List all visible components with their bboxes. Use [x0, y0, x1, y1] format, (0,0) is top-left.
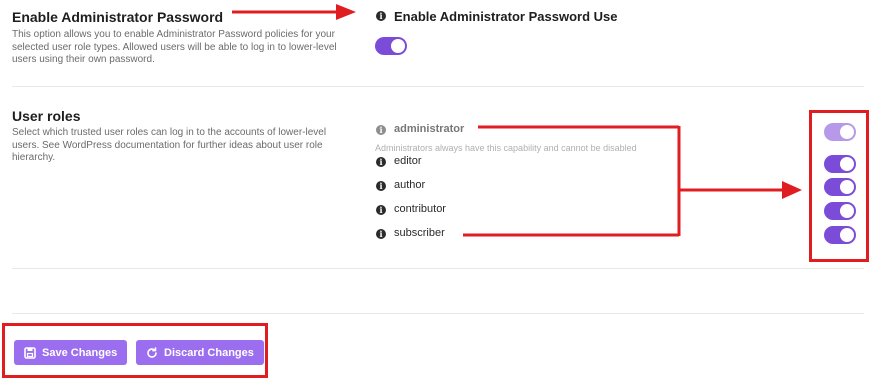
- role-label-administrator: administrator: [394, 123, 465, 135]
- role-label-editor: editor: [394, 155, 422, 167]
- administrator-hint: Administrators always have this capabili…: [375, 143, 637, 153]
- save-changes-label: Save Changes: [42, 346, 118, 359]
- save-icon: [24, 346, 36, 359]
- discard-changes-label: Discard Changes: [164, 346, 254, 359]
- info-icon: i: [376, 229, 386, 239]
- section-divider: [12, 268, 864, 269]
- refresh-icon: [147, 346, 157, 358]
- toggle-knob: [840, 228, 854, 242]
- role-toggle-editor[interactable]: [824, 155, 856, 173]
- info-icon: i: [376, 157, 386, 167]
- save-changes-button[interactable]: Save Changes: [14, 340, 128, 365]
- role-label-author: author: [394, 179, 426, 191]
- annotation-arrowhead-right: [782, 181, 802, 199]
- info-icon: i: [376, 205, 386, 215]
- info-icon: i: [376, 181, 386, 191]
- footer-divider: [12, 313, 864, 314]
- toggle-knob: [840, 157, 854, 171]
- role-label-subscriber: subscriber: [394, 227, 445, 239]
- admin-password-option-label: Enable Administrator Password Use: [394, 9, 618, 24]
- role-toggle-author[interactable]: [824, 178, 856, 196]
- annotation-arrowhead-top: [336, 4, 356, 20]
- user-roles-description: Select which trusted user roles can log …: [12, 127, 327, 163]
- info-icon: i: [376, 125, 386, 135]
- role-toggle-subscriber[interactable]: [824, 226, 856, 244]
- toggle-knob: [391, 39, 405, 53]
- admin-password-description: This option allows you to enable Adminis…: [12, 29, 337, 65]
- user-roles-title: User roles: [12, 108, 81, 124]
- role-toggle-administrator: [824, 123, 856, 141]
- toggle-knob: [840, 204, 854, 218]
- admin-password-toggle[interactable]: [375, 37, 407, 55]
- role-label-contributor: contributor: [394, 203, 446, 215]
- info-icon: i: [376, 11, 386, 21]
- role-toggle-contributor[interactable]: [824, 202, 856, 220]
- toggle-knob: [840, 125, 854, 139]
- section-divider: [12, 86, 864, 87]
- toggle-knob: [840, 180, 854, 194]
- admin-password-title: Enable Administrator Password: [12, 9, 224, 25]
- discard-changes-button[interactable]: Discard Changes: [136, 340, 264, 365]
